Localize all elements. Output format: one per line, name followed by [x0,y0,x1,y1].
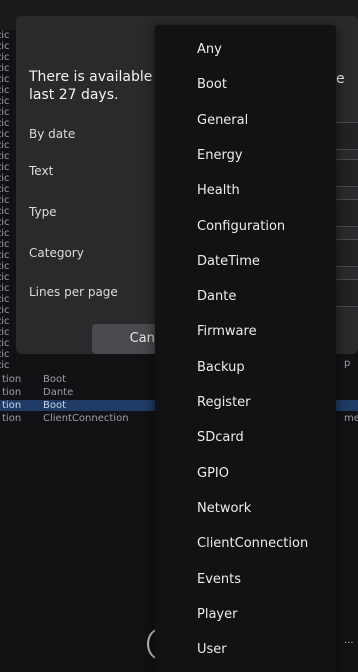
dropdown-item-datetime[interactable]: DateTime [155,245,336,279]
log-left-fragment: zic [0,52,10,63]
dialog-message-tail: e [336,71,345,87]
log-left-fragment: zic [0,239,10,250]
log-left-fragment: zic [0,129,10,140]
log-row-category: Dante [43,387,74,398]
dropdown-item-configuration[interactable]: Configuration [155,210,336,244]
log-left-fragment: zic [0,30,10,41]
dropdown-item-gpio[interactable]: GPIO [155,457,336,491]
log-left-fragment: zic [0,206,10,217]
log-left-fragment: zic [0,360,10,371]
log-row-source: tion [2,387,22,398]
log-left-fragment: zic [0,228,10,239]
type-select[interactable] [334,199,358,227]
dropdown-item-network[interactable]: Network [155,492,336,526]
log-left-fragment: zic [0,283,10,294]
log-right-fragment: p [344,358,351,369]
log-row-category: Boot [43,400,67,411]
text-field[interactable] [334,159,358,187]
dropdown-item-boot[interactable]: Boot [155,68,336,102]
log-left-fragment: zic [0,162,10,173]
more-icon[interactable]: ··· [344,638,354,649]
dropdown-item-clientconnection[interactable]: ClientConnection [155,527,336,561]
log-left-fragment: zic [0,195,10,206]
log-left-fragment: zic [0,349,10,360]
log-left-fragment: zic [0,217,10,228]
log-row-source: tion [2,374,22,385]
dropdown-item-user[interactable]: User [155,633,336,667]
log-left-fragment: zic [0,107,10,118]
log-left-fragment: zic [0,140,10,151]
by-date-field[interactable] [334,122,358,150]
dropdown-item-firmware[interactable]: Firmware [155,315,336,349]
log-row-category: Boot [43,374,67,385]
type-label: Type [29,205,57,219]
text-label: Text [29,164,54,178]
log-left-fragment: zic [0,96,10,107]
dropdown-item-dante[interactable]: Dante [155,280,336,314]
log-left-fragment: zic [0,118,10,129]
log-left-fragment: zic [0,250,10,261]
log-left-fragment: zic [0,327,10,338]
log-right-fragment: med [344,413,358,424]
log-left-fragment: zic [0,272,10,283]
lines-per-page-label: Lines per page [29,285,118,299]
dropdown-item-any[interactable]: Any [155,33,336,67]
log-left-fragment: zic [0,173,10,184]
log-left-fragment: zic [0,294,10,305]
dropdown-item-player[interactable]: Player [155,598,336,632]
dropdown-item-events[interactable]: Events [155,563,336,597]
dropdown-item-register[interactable]: Register [155,386,336,420]
dropdown-item-energy[interactable]: Energy [155,139,336,173]
category-select[interactable] [334,239,358,267]
dropdown-item-general[interactable]: General [155,104,336,138]
log-left-fragment: zic [0,151,10,162]
log-left-fragment: zic [0,74,10,85]
dropdown-item-sdcard[interactable]: SDcard [155,421,336,455]
log-left-fragment: zic [0,316,10,327]
log-row-source: tion [2,400,22,411]
category-label: Category [29,246,84,260]
log-left-fragment: zic [0,85,10,96]
category-dropdown: Any Boot General Energy Health Configuration D… [155,25,336,672]
log-left-fragment: zic [0,63,10,74]
log-row-category: ClientConnection [43,413,129,424]
dropdown-item-health[interactable]: Health [155,174,336,208]
by-date-label: By date [29,127,76,141]
log-left-fragment: zic [0,261,10,272]
log-left-fragment: zic [0,338,10,349]
log-left-fragment: zic [0,41,10,52]
log-row-source: tion [2,413,22,424]
log-left-fragment: zic [0,305,10,316]
dropdown-item-backup[interactable]: Backup [155,351,336,385]
lines-per-page-select[interactable] [334,279,358,307]
log-left-fragment: zic [0,184,10,195]
